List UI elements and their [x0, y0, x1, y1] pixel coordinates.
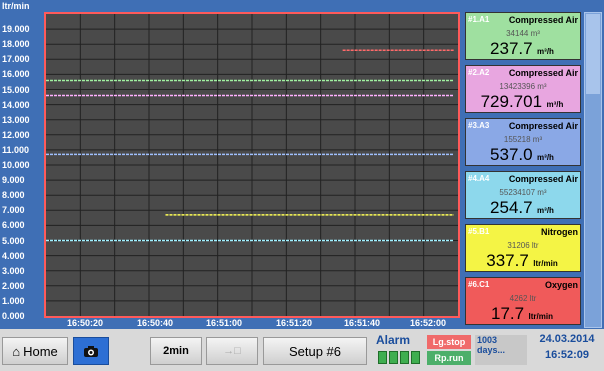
- home-icon: ⌂: [12, 343, 21, 359]
- channel-total: 55234107 m³: [499, 188, 547, 197]
- channel-name: Compressed Air: [508, 15, 578, 25]
- setup-button[interactable]: Setup #6: [263, 337, 367, 365]
- camera-button[interactable]: [73, 337, 109, 365]
- y-tick-label: 18.000: [2, 39, 30, 50]
- time-display: 16:52:09: [544, 349, 590, 361]
- x-tick-label: 16:51:00: [205, 318, 243, 328]
- alarm-indicator: [378, 351, 387, 364]
- x-tick-label: 16:52:00: [409, 318, 447, 328]
- channel-card-5[interactable]: #5.B1 Nitrogen 31206 ltr 337.7 ltr/min: [465, 224, 581, 272]
- value-unit: m³/h: [537, 47, 554, 56]
- channel-value: 729.701 m³/h: [466, 92, 578, 112]
- y-tick-label: 3.000: [2, 265, 25, 276]
- channel-name: Compressed Air: [508, 174, 578, 184]
- y-tick-label: 0.000: [2, 311, 25, 321]
- channel-total: 34144 m³: [506, 29, 540, 38]
- value-number: 17.7: [491, 304, 525, 323]
- channel-id: #4.A4: [468, 174, 490, 183]
- channel-card-3[interactable]: #3.A3 Compressed Air 155218 m³ 537.0 m³/h: [465, 118, 581, 166]
- plot-svg: [46, 14, 458, 316]
- alarm-indicators: [378, 351, 420, 364]
- y-tick-label: 6.000: [2, 220, 25, 231]
- alarm-indicator: [400, 351, 409, 364]
- home-button[interactable]: ⌂ Home: [2, 337, 68, 365]
- sidebar-scrollbar[interactable]: [584, 12, 602, 328]
- value-number: 254.7: [490, 198, 533, 217]
- channel-name: Compressed Air: [508, 68, 578, 78]
- x-tick-label: 16:50:20: [66, 318, 104, 328]
- channel-card-2[interactable]: #2.A2 Compressed Air 13423396 m³ 729.701 m³…: [465, 65, 581, 113]
- channel-card-4[interactable]: #4.A4 Compressed Air 55234107 m³ 254.7 m³/h: [465, 171, 581, 219]
- value-number: 337.7: [486, 251, 529, 270]
- channel-id: #3.A3: [468, 121, 490, 130]
- channel-id: #5.B1: [468, 227, 490, 236]
- y-tick-label: 2.000: [2, 280, 25, 291]
- channel-value: 337.7 ltr/min: [466, 251, 578, 271]
- value-number: 729.701: [480, 92, 543, 111]
- plot-area[interactable]: [44, 12, 460, 318]
- y-axis-unit: ltr/min: [2, 1, 30, 11]
- y-tick-label: 12.000: [2, 129, 30, 140]
- y-tick-label: 1.000: [2, 295, 25, 306]
- y-tick-label: 17.000: [2, 54, 30, 65]
- x-tick-label: 16:51:40: [343, 318, 381, 328]
- channel-id: #2.A2: [468, 68, 490, 77]
- channel-id: #6.C1: [468, 280, 490, 289]
- value-unit: m³/h: [546, 100, 564, 109]
- scrollbar-thumb[interactable]: [586, 14, 600, 94]
- channel-total: 4262 ltr: [509, 294, 537, 303]
- export-button[interactable]: →□: [206, 337, 258, 365]
- rp-run-status[interactable]: Rp.run: [427, 351, 471, 365]
- channel-value: 237.7 m³/h: [466, 39, 578, 59]
- value-number: 237.7: [490, 39, 533, 58]
- lg-stop-status[interactable]: Lg.stop: [427, 335, 471, 349]
- channel-total: 155218 m³: [503, 135, 543, 144]
- alarm-indicator: [411, 351, 420, 364]
- y-tick-label: 14.000: [2, 99, 30, 110]
- x-tick-label: 16:50:40: [136, 318, 174, 328]
- y-tick-label: 8.000: [2, 190, 25, 201]
- y-tick-label: 9.000: [2, 175, 25, 186]
- channel-card-6[interactable]: #6.C1 Oxygen 4262 ltr 17.7 ltr/min: [465, 277, 581, 325]
- y-tick-label: 5.000: [2, 235, 25, 246]
- y-tick-label: 7.000: [2, 205, 25, 216]
- channel-name: Compressed Air: [508, 121, 578, 131]
- x-tick-label: 16:51:20: [275, 318, 313, 328]
- alarm-indicator: [389, 351, 398, 364]
- channel-id: #1.A1: [468, 15, 490, 24]
- value-unit: ltr/min: [533, 259, 558, 268]
- y-tick-label: 15.000: [2, 84, 30, 95]
- y-tick-label: 13.000: [2, 114, 30, 125]
- y-tick-label: 11.000: [2, 144, 30, 155]
- channel-total: 31206 ltr: [507, 241, 539, 250]
- channel-name: Nitrogen: [541, 227, 578, 237]
- date-display: 24.03.2014: [539, 333, 595, 345]
- channel-value: 17.7 ltr/min: [466, 304, 578, 324]
- alarm-label: Alarm: [376, 333, 411, 347]
- y-tick-label: 4.000: [2, 250, 25, 261]
- y-tick-label: 19.000: [2, 24, 30, 35]
- value-unit: m³/h: [537, 153, 554, 162]
- y-tick-label: 10.000: [2, 160, 30, 170]
- camera-icon: [84, 345, 98, 357]
- chart-panel: ltr/min 19.000 18.000 17.000 16.000 15.000 14…: [0, 0, 463, 329]
- channel-name: Oxygen: [544, 280, 578, 290]
- channel-card-1[interactable]: #1.A1 Compressed Air 34144 m³ 237.7 m³/h: [465, 12, 581, 60]
- y-tick-label: 16.000: [2, 69, 30, 80]
- channel-value: 537.0 m³/h: [466, 145, 578, 165]
- channel-total: 13423396 m³: [499, 82, 547, 91]
- interval-button[interactable]: 2min: [150, 337, 202, 365]
- value-unit: ltr/min: [528, 312, 553, 321]
- days-remaining: 1003 days...: [475, 335, 527, 365]
- channel-value: 254.7 m³/h: [466, 198, 578, 218]
- bottom-toolbar: ⌂ Home 2min →□ Setup #6 Alarm Lg.stop Rp…: [0, 329, 604, 371]
- value-number: 537.0: [490, 145, 533, 164]
- value-unit: m³/h: [537, 206, 554, 215]
- home-label: Home: [23, 343, 58, 359]
